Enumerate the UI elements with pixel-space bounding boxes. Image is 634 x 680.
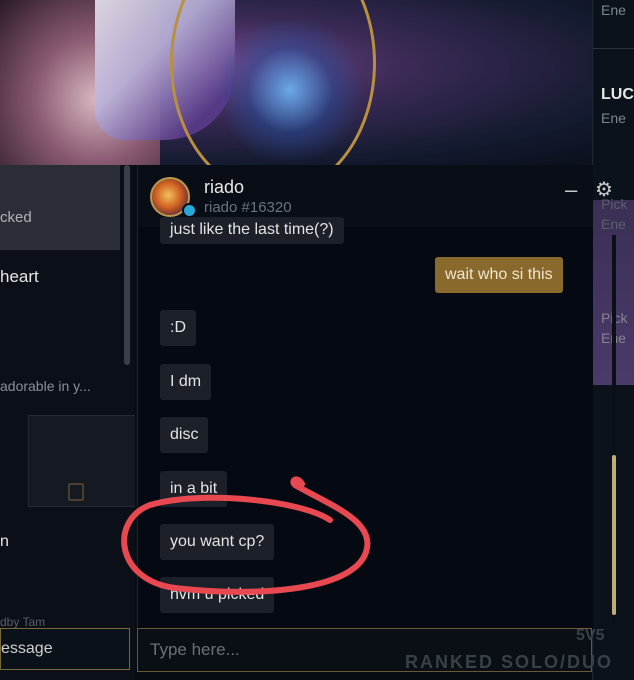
message-button-label: essage	[1, 640, 53, 657]
chat-contact-tag: riado #16320	[204, 199, 292, 216]
lock-icon	[68, 483, 84, 501]
enemy-label: Ene	[601, 2, 626, 18]
chat-message: nvm u picked	[160, 577, 275, 613]
chat-message: :D	[160, 310, 196, 346]
chat-message: I dm	[160, 364, 212, 400]
champion-splash-art	[0, 0, 634, 165]
divider	[593, 48, 634, 49]
left-panel: cked heart adorable in y... n dby Tam es…	[0, 165, 135, 680]
enemy-label: Ene	[601, 110, 626, 126]
footer-text: dby Tam	[0, 615, 46, 629]
mode-label: 5V5	[576, 627, 605, 644]
pick-sub: Ene	[601, 216, 626, 232]
online-status-icon	[182, 203, 197, 218]
chat-window: riado riado #16320 – ⚙ just like the las…	[137, 165, 616, 630]
minimize-icon[interactable]: –	[565, 179, 577, 201]
left-scrollbar[interactable]	[124, 165, 130, 365]
chat-scrollbar-thumb[interactable]	[612, 455, 616, 615]
friend-status: cked	[0, 209, 32, 226]
chat-message: just like the last time(?)	[160, 217, 344, 244]
queue-label: RANKED SOLO/DUO	[405, 652, 614, 672]
chat-contact-name: riado	[204, 177, 245, 197]
friend-item-selected[interactable]	[0, 165, 120, 250]
friend-name[interactable]: heart	[0, 267, 120, 287]
friend-name[interactable]: n	[0, 533, 120, 551]
splash-gold-ring	[170, 0, 376, 165]
chat-message: in a bit	[160, 471, 228, 507]
player-name[interactable]: LUC	[601, 86, 634, 104]
gear-icon[interactable]: ⚙	[595, 177, 613, 202]
chat-message: you want cp?	[160, 524, 275, 560]
chat-message: disc	[160, 417, 209, 453]
chat-message-self: wait who si this	[435, 257, 563, 293]
message-button[interactable]: essage	[0, 628, 130, 670]
friend-status-text: adorable in y...	[0, 378, 91, 394]
